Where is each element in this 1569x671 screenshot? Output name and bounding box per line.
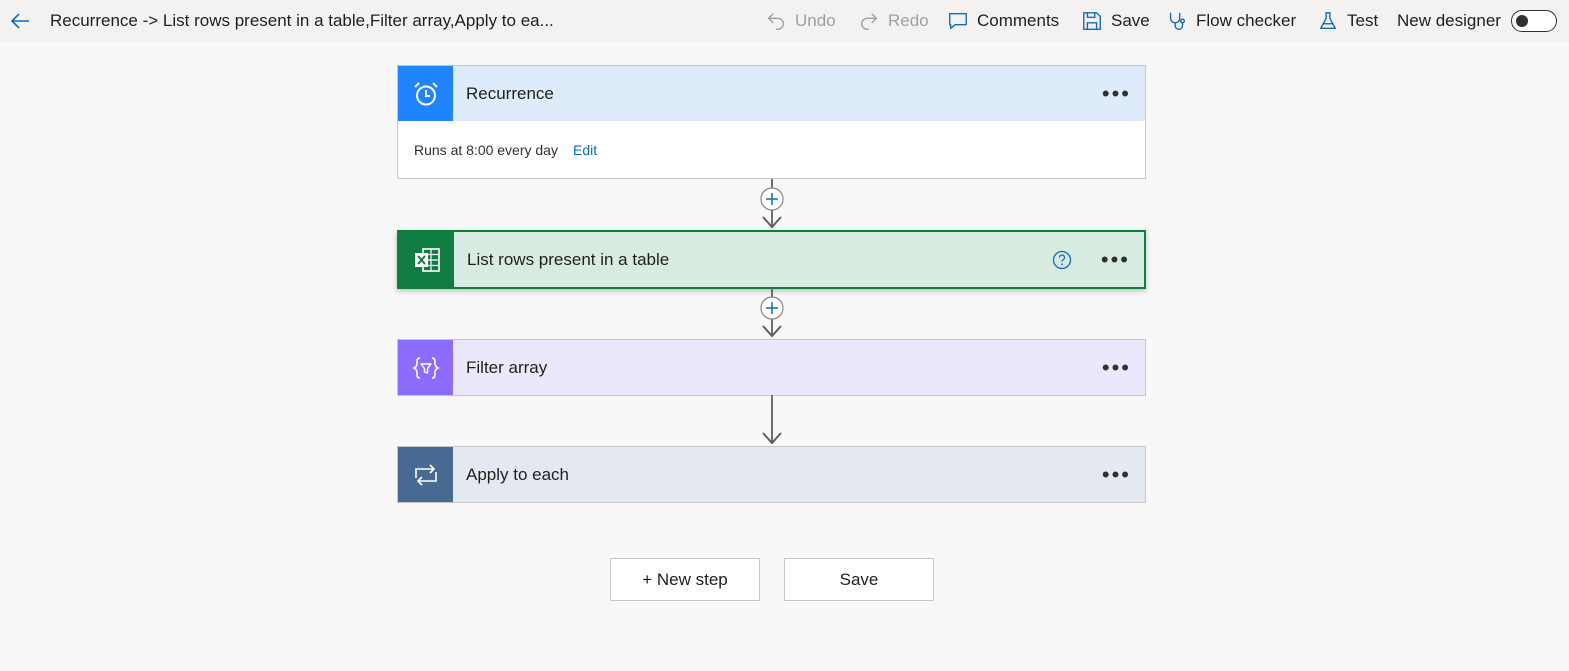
save-toolbar-button[interactable]: Save — [1081, 8, 1150, 34]
step-header-recurrence[interactable]: Recurrence ••• — [398, 66, 1145, 121]
add-step-button[interactable] — [760, 187, 784, 211]
back-button[interactable] — [8, 9, 32, 33]
redo-icon — [861, 13, 878, 30]
flask-icon — [1319, 12, 1337, 30]
excel-icon — [414, 247, 440, 272]
step-card-apply-to-each[interactable]: Apply to each ••• — [397, 446, 1146, 503]
step-icon-box — [398, 340, 453, 395]
comment-icon — [949, 12, 967, 30]
step-icon-box — [398, 447, 453, 502]
connector-insert-2 — [760, 288, 784, 340]
loop-icon — [414, 463, 437, 486]
undo-icon — [767, 13, 784, 30]
step-icon-box — [398, 66, 453, 121]
step-header-apply-to-each[interactable]: Apply to each ••• — [398, 447, 1145, 502]
alarm-clock-icon — [413, 81, 438, 105]
new-step-button[interactable]: + New step — [610, 558, 760, 601]
undo-label: Undo — [795, 11, 836, 30]
save-button[interactable]: Save — [784, 558, 934, 601]
comments-label: Comments — [977, 11, 1060, 30]
edit-link[interactable]: Edit — [573, 142, 597, 158]
designer-toolbar: Recurrence -> List rows present in a tab… — [0, 0, 1569, 42]
step-title: Filter array — [466, 357, 548, 377]
more-options-button[interactable]: ••• — [1102, 356, 1131, 378]
redo-button[interactable]: Redo — [858, 8, 929, 34]
step-card-filter-array[interactable]: Filter array ••• — [397, 339, 1146, 396]
step-card-recurrence[interactable]: Recurrence ••• Runs at 8:00 every day Ed… — [397, 65, 1146, 179]
new-designer-label: New designer — [1397, 11, 1501, 30]
add-step-button[interactable] — [760, 296, 784, 320]
connector-insert-1 — [760, 179, 784, 231]
step-card-list-rows[interactable]: List rows present in a table ••• — [397, 230, 1146, 289]
save-icon — [1083, 12, 1101, 30]
step-header-filter-array[interactable]: Filter array ••• — [398, 340, 1145, 395]
arrow-left-icon — [10, 13, 29, 29]
stethoscope-icon — [1169, 12, 1186, 30]
step-icon-box — [399, 232, 454, 287]
flow-checker-button[interactable]: Flow checker — [1166, 8, 1296, 34]
filter-braces-icon — [411, 356, 440, 379]
step-body-recurrence: Runs at 8:00 every day Edit — [398, 121, 1145, 178]
step-header-list-rows[interactable]: List rows present in a table ••• — [399, 232, 1144, 287]
new-designer-toggle-group: New designer — [1397, 8, 1557, 34]
step-title: Apply to each — [466, 464, 570, 484]
test-button[interactable]: Test — [1317, 8, 1378, 34]
undo-button[interactable]: Undo — [765, 8, 836, 34]
flow-title: Recurrence -> List rows present in a tab… — [50, 11, 554, 30]
more-options-button[interactable]: ••• — [1101, 248, 1130, 270]
redo-label: Redo — [888, 11, 929, 30]
step-title: List rows present in a table — [467, 249, 670, 269]
more-options-button[interactable]: ••• — [1102, 463, 1131, 485]
connector-arrow-3 — [760, 395, 784, 447]
new-designer-toggle[interactable] — [1510, 10, 1557, 32]
schedule-summary: Runs at 8:00 every day — [414, 141, 558, 158]
save-toolbar-label: Save — [1111, 11, 1150, 30]
toggle-knob — [1515, 14, 1528, 27]
step-title: Recurrence — [466, 83, 554, 103]
more-options-button[interactable]: ••• — [1102, 82, 1131, 104]
test-label: Test — [1347, 11, 1379, 30]
help-icon[interactable] — [1052, 250, 1072, 270]
flow-checker-label: Flow checker — [1196, 11, 1297, 30]
comments-button[interactable]: Comments — [947, 8, 1059, 34]
